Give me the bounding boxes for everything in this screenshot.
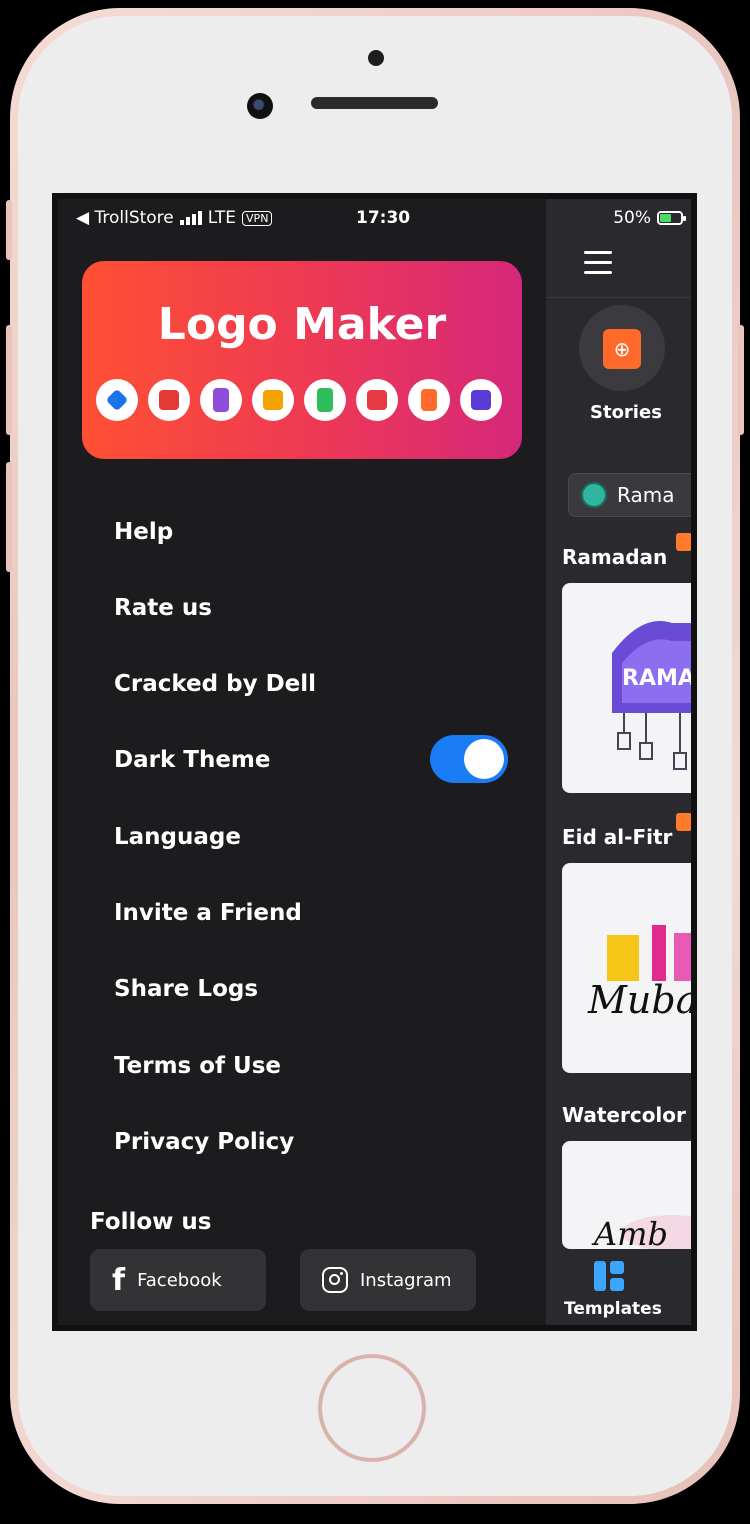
proximity-sensor (368, 50, 384, 66)
dark-theme-toggle[interactable] (430, 735, 508, 783)
section-title-watercolor: Watercolor (562, 1103, 686, 1127)
facebook-button[interactable]: f Facebook (90, 1249, 266, 1311)
category-chip[interactable]: Rama (568, 473, 691, 517)
header-divider (546, 297, 691, 298)
status-bar-left: ◀ TrollStore LTE VPN (76, 208, 273, 228)
menu-item-invite-friend[interactable]: Invite a Friend (114, 900, 302, 926)
instagram-button[interactable]: Instagram (300, 1249, 476, 1311)
follow-us-heading: Follow us (90, 1209, 212, 1235)
badge-icon (200, 379, 242, 421)
network-type: LTE (207, 208, 237, 228)
template-card-watercolor[interactable]: Amb (562, 1141, 691, 1249)
money-icon (304, 379, 346, 421)
certificate-icon (252, 379, 294, 421)
menu-item-help[interactable]: Help (114, 519, 173, 545)
eid-card-text: Mubar (587, 978, 691, 1022)
status-bar-right: 50% (613, 208, 686, 228)
mute-switch (6, 200, 12, 260)
home-button[interactable] (318, 1354, 426, 1462)
section-badge (676, 813, 691, 831)
facebook-label: Facebook (137, 1269, 222, 1291)
stories-icon (408, 379, 450, 421)
stories-label: Stories (590, 402, 662, 423)
photo-icon (460, 379, 502, 421)
image-icon (356, 379, 398, 421)
banner-title: Logo Maker (157, 299, 447, 350)
template-card-ramadan[interactable]: RAMAD (562, 583, 691, 793)
ramadan-card-text: RAMAD (622, 666, 691, 691)
main-content-peek: 50% ⊕ Stories Rama Ramadan RAMAD (546, 199, 691, 1325)
battery-percent: 50% (613, 208, 651, 228)
instagram-icon (322, 1267, 348, 1293)
menu-item-dark-theme[interactable]: Dark Theme (114, 747, 271, 773)
front-camera (247, 93, 273, 119)
chip-label: Rama (617, 483, 675, 507)
volume-up-button (6, 325, 12, 435)
logo-maker-banner[interactable]: Logo Maker (82, 261, 522, 459)
template-card-eid[interactable]: Mubar (562, 863, 691, 1073)
bottom-tab-bar: Templates (546, 1249, 691, 1325)
templates-icon[interactable] (594, 1261, 624, 1291)
screen: ◀ TrollStore LTE VPN 17:30 Logo Maker He… (52, 193, 697, 1331)
stories-icon: ⊕ (603, 329, 641, 369)
section-title-eid: Eid al-Fitr (562, 825, 673, 849)
menu-item-rate-us[interactable]: Rate us (114, 595, 212, 621)
earpiece-speaker (311, 97, 438, 109)
toggle-knob (464, 739, 504, 779)
section-badge (676, 533, 691, 551)
tab-templates[interactable]: Templates (564, 1299, 662, 1319)
banner-icon-row (96, 379, 502, 421)
vpn-badge: VPN (242, 210, 273, 226)
carrier-text: ◀ TrollStore (76, 208, 174, 228)
facebook-icon: f (112, 1262, 126, 1298)
signal-icon (179, 211, 202, 225)
menu-item-terms-of-use[interactable]: Terms of Use (114, 1053, 281, 1079)
instagram-label: Instagram (360, 1269, 452, 1291)
side-drawer: ◀ TrollStore LTE VPN 17:30 Logo Maker He… (58, 199, 546, 1325)
stories-button[interactable]: ⊕ (579, 305, 665, 391)
watercolor-artwork: Amb (591, 1215, 691, 1249)
status-time: 17:30 (356, 208, 411, 228)
menu-hamburger-icon[interactable] (584, 251, 612, 281)
diamond-icon (96, 379, 138, 421)
ramadan-artwork: RAMAD (612, 621, 691, 770)
section-title-ramadan: Ramadan (562, 545, 668, 569)
id-card-icon (148, 379, 190, 421)
watercolor-card-text: Amb (591, 1215, 668, 1249)
menu-item-share-logs[interactable]: Share Logs (114, 976, 258, 1002)
battery-icon (657, 211, 686, 225)
volume-down-button (6, 462, 12, 572)
eid-artwork: Mubar (587, 925, 691, 1022)
menu-item-privacy-policy[interactable]: Privacy Policy (114, 1129, 294, 1155)
menu-item-cracked-by-dell[interactable]: Cracked by Dell (114, 671, 316, 697)
menu-item-language[interactable]: Language (114, 824, 241, 850)
moon-icon (581, 482, 607, 508)
power-button (738, 325, 744, 435)
